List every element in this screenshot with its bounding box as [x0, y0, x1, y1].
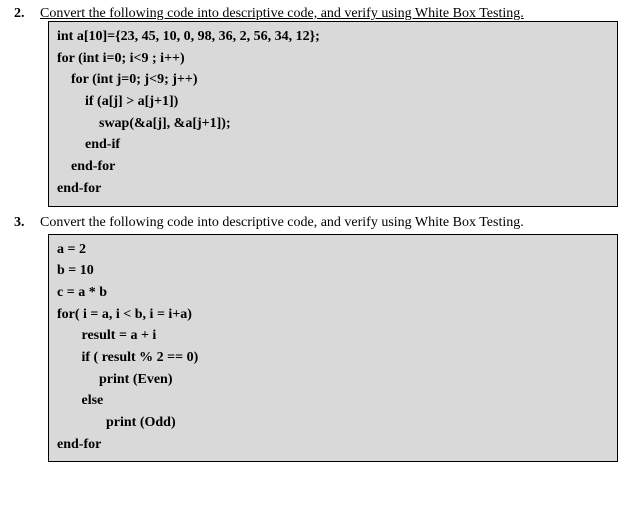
code-line: else	[57, 390, 609, 412]
question-3-code-block: a = 2 b = 10 c = a * b for( i = a, i < b…	[48, 234, 618, 463]
question-3-number: 3.	[14, 215, 40, 231]
code-line: int a[10]={23, 45, 10, 0, 98, 36, 2, 56,…	[57, 26, 609, 48]
code-line: end-for	[57, 156, 609, 178]
question-3-header: 3. Convert the following code into descr…	[14, 215, 626, 231]
code-line: c = a * b	[57, 282, 609, 304]
code-line: for (int i=0; i<9 ; i++)	[57, 48, 609, 70]
code-line: if (a[j] > a[j+1])	[57, 91, 609, 113]
code-line: for (int j=0; j<9; j++)	[57, 69, 609, 91]
question-3-prompt: Convert the following code into descript…	[40, 215, 524, 230]
code-line: end-for	[57, 434, 609, 456]
question-2-body: Convert the following code into descript…	[40, 6, 626, 22]
question-2-number: 2.	[14, 6, 40, 22]
question-2-prompt: Convert the following code into descript…	[40, 6, 524, 21]
code-line: a = 2	[57, 239, 609, 261]
code-line: end-if	[57, 134, 609, 156]
code-line: b = 10	[57, 260, 609, 282]
code-line: if ( result % 2 == 0)	[57, 347, 609, 369]
code-line: swap(&a[j], &a[j+1]);	[57, 113, 609, 135]
question-2: 2. Convert the following code into descr…	[14, 6, 626, 207]
code-line: end-for	[57, 178, 609, 200]
code-line: result = a + i	[57, 325, 609, 347]
question-3: 3. Convert the following code into descr…	[14, 215, 626, 463]
code-line: print (Even)	[57, 369, 609, 391]
question-3-body: Convert the following code into descript…	[40, 215, 626, 231]
question-2-header: 2. Convert the following code into descr…	[14, 6, 626, 22]
question-2-code-block: int a[10]={23, 45, 10, 0, 98, 36, 2, 56,…	[48, 21, 618, 207]
code-line: for( i = a, i < b, i = i+a)	[57, 304, 609, 326]
code-line: print (Odd)	[57, 412, 609, 434]
